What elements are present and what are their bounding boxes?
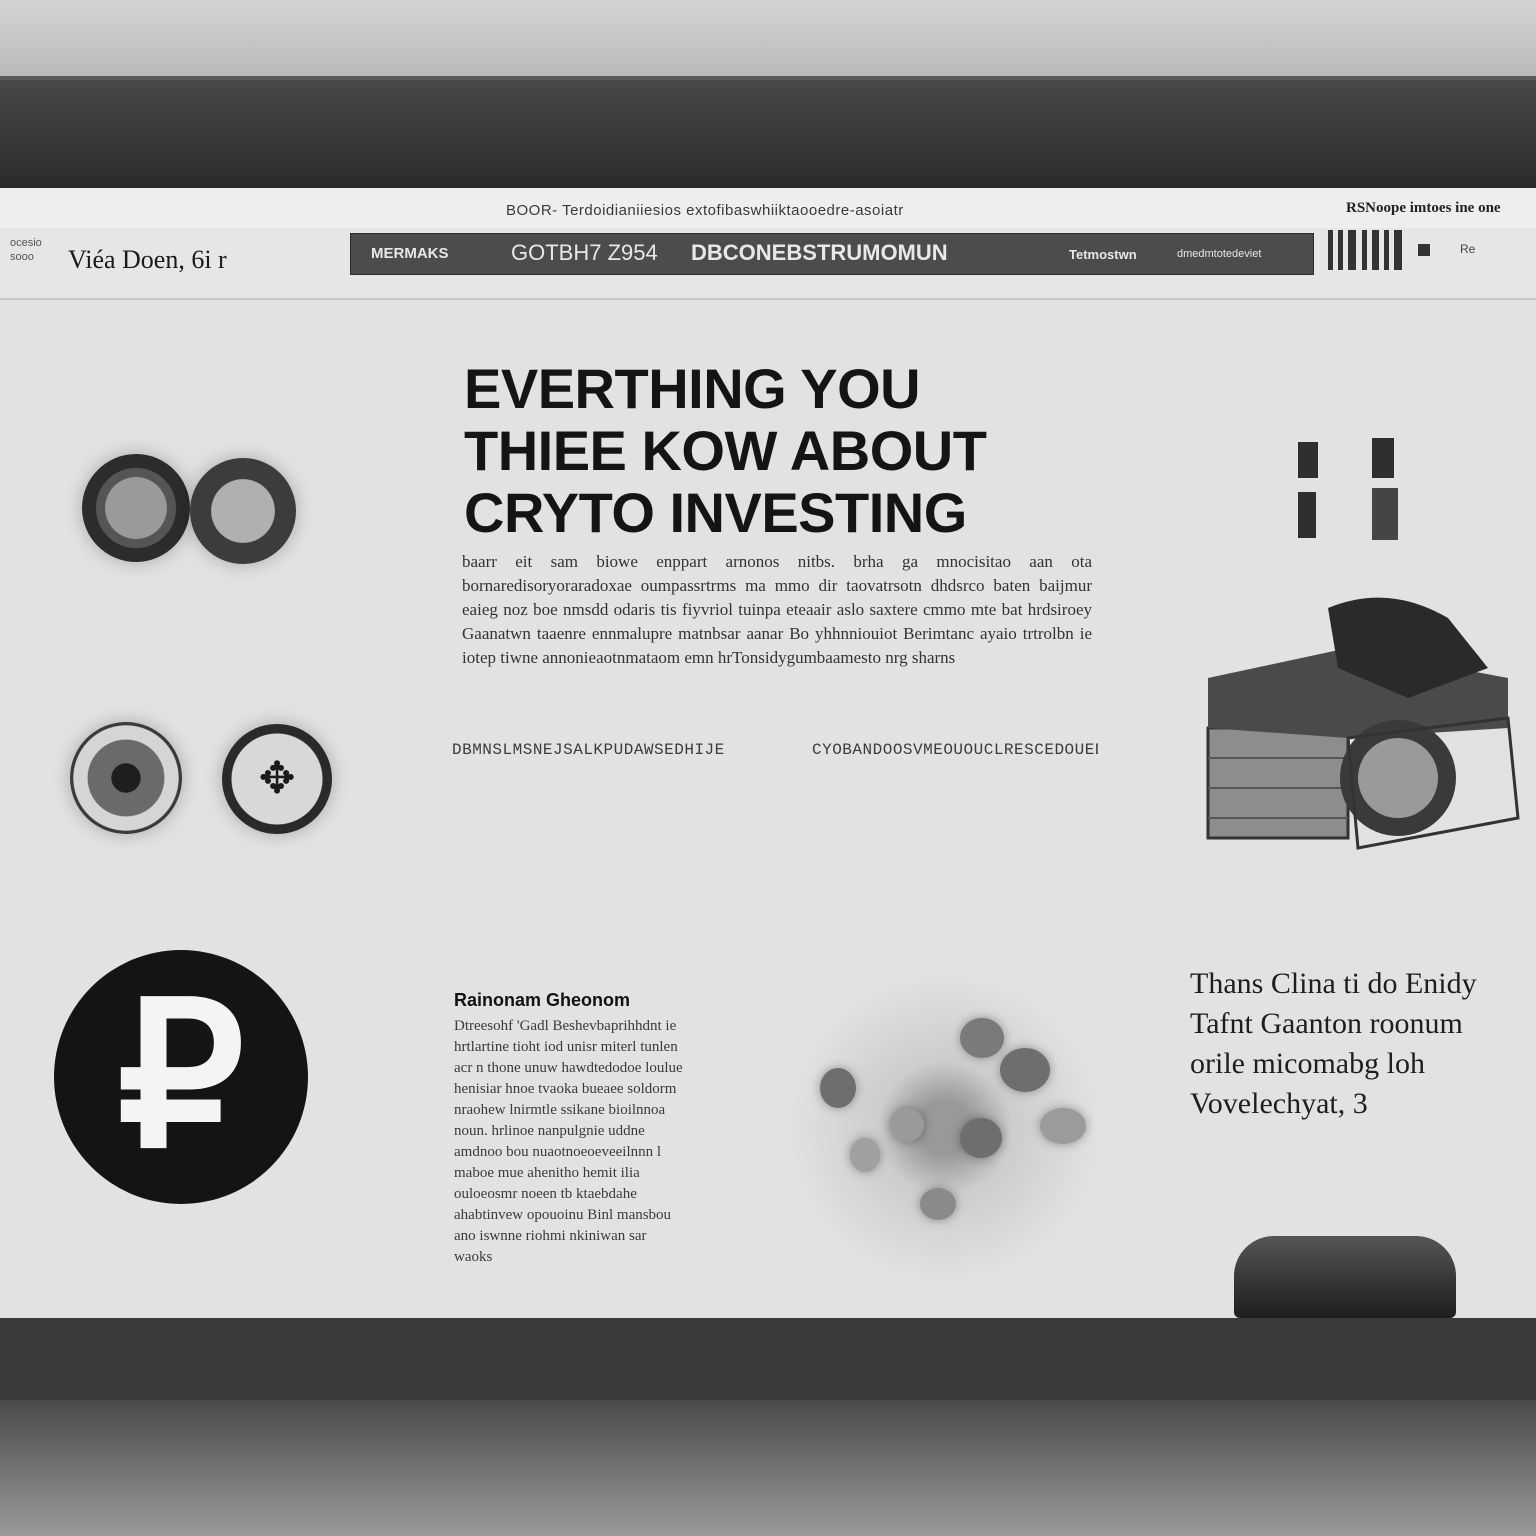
- flower-shape: [1000, 1048, 1050, 1092]
- barcode-icon: [1328, 230, 1410, 270]
- nav-item-5[interactable]: dmedmtotedeviet: [1177, 248, 1261, 260]
- coin-icon: [82, 454, 190, 562]
- site-logo[interactable]: Viéa Doen, 6i r: [68, 245, 227, 275]
- browser-screen: BOOR- Terdoidianiiesios extofibaswhiikta…: [0, 188, 1536, 1318]
- coin-icon: [190, 458, 296, 564]
- flower-shape: [820, 1068, 856, 1108]
- coin-icon: [70, 722, 182, 834]
- ruble-icon: ₽: [54, 950, 308, 1204]
- nav-item-1[interactable]: MERMAKS: [371, 245, 449, 262]
- nav-item-3[interactable]: DBCONEBSTRUMOMUN: [691, 240, 948, 266]
- flower-shape: [1040, 1108, 1086, 1144]
- main-menu: MERMAKS GOTBH7 Z954 DBCONEBSTRUMOMUN Tet…: [350, 233, 1314, 275]
- search-icon[interactable]: [1418, 244, 1430, 256]
- site-navbar: ocesio sooo Viéa Doen, 6i r MERMAKS GOTB…: [0, 228, 1536, 300]
- top-meta-text: BOOR- Terdoidianiiesios extofibaswhiikta…: [506, 202, 904, 219]
- headline-line: THIEE KOW ABOUT: [464, 419, 987, 482]
- section-body: Dtreesohf 'Gadl Beshevbaprihhdnt ie hrtl…: [454, 1018, 683, 1265]
- monitor-top-bezel: [0, 80, 1536, 188]
- pull-quote: Thans Clina ti do Enidy Tafnt Gaanton ro…: [1190, 967, 1477, 1120]
- article-intro: baarr eit sam biowe enppart arnonos nitb…: [462, 552, 1092, 667]
- headline-line: CRYTO INVESTING: [464, 481, 967, 544]
- nav-item-2[interactable]: GOTBH7 Z954: [511, 240, 658, 266]
- flower-shape: [920, 1188, 956, 1220]
- article-headline: EVERTHING YOU THIEE KOW ABOUT CRYTO INVE…: [464, 358, 1084, 544]
- nav-item-4[interactable]: Tetmostwn: [1069, 247, 1137, 262]
- flower-shape: [960, 1018, 1004, 1058]
- background-wall: [0, 0, 1536, 80]
- nav-right-link[interactable]: Re: [1460, 242, 1475, 256]
- pot-illustration: [1234, 1236, 1456, 1318]
- flower-shape: [890, 1108, 924, 1142]
- flower-shape: [850, 1138, 880, 1172]
- article-column-right: CYOBANDOOSVMEOUOUCLRESCEDOUEDHLAICMDPEUS…: [812, 741, 1098, 759]
- top-right-link[interactable]: RSNoope imtoes ine one: [1346, 200, 1501, 217]
- section-heading: Rainonam Gheonom: [454, 990, 631, 1010]
- headline-line: EVERTHING YOU: [464, 357, 921, 420]
- article-column-left: DBMNSLMSNEJSALKPUDAWSEDHIJEDASLCIWTEFING…: [452, 741, 724, 759]
- treasure-chest-illustration: [1206, 597, 1520, 850]
- clover-icon: ✥: [258, 754, 296, 803]
- top-strip: BOOR- Terdoidianiiesios extofibaswhiikta…: [0, 188, 1536, 233]
- desk-surface: [0, 1400, 1536, 1536]
- nav-small-text: ocesio sooo: [10, 237, 42, 263]
- flower-shape: [960, 1118, 1002, 1158]
